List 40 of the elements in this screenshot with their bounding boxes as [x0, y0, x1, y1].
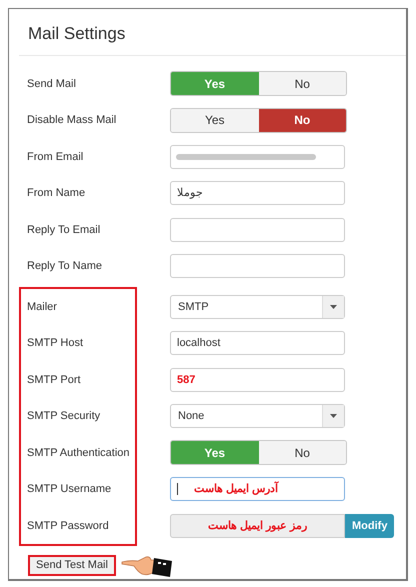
- field-label: Reply To Name: [27, 259, 102, 274]
- field-value: 587: [177, 372, 196, 388]
- field-label: SMTP Authentication: [27, 446, 130, 460]
- toggle-option[interactable]: No: [258, 441, 346, 464]
- field-value: رمز عبور ایمیل هاست: [208, 518, 308, 534]
- field-label: SMTP Security: [27, 409, 100, 424]
- toggle-option[interactable]: No: [258, 108, 346, 132]
- field-value: localhost: [177, 336, 220, 351]
- select-value: SMTP: [177, 300, 210, 314]
- field-label: Reply To Email: [27, 222, 100, 238]
- text-field[interactable]: [170, 254, 345, 278]
- text-field[interactable]: localhost: [170, 331, 345, 356]
- select-value: None: [177, 409, 206, 424]
- select-field[interactable]: SMTP: [170, 294, 345, 319]
- field-value: جوملا: [177, 186, 203, 201]
- field-label: SMTP Password: [27, 518, 109, 534]
- email-field[interactable]: [170, 144, 345, 169]
- caret-icon: [322, 405, 344, 428]
- text-field[interactable]: [170, 218, 345, 242]
- field-label: SMTP Username: [27, 482, 112, 497]
- text-cursor-icon: [177, 483, 178, 496]
- blurred-text-icon: [176, 152, 316, 162]
- field-label: From Email: [27, 150, 84, 164]
- field-value: آدرس ایمیل هاست: [194, 481, 278, 497]
- field-label: Disable Mass Mail: [27, 113, 116, 128]
- password-field[interactable]: رمز عبور ایمیل هاست: [170, 514, 345, 538]
- toggle-option[interactable]: No: [258, 72, 346, 96]
- send-test-mail-button[interactable]: Send Test Mail: [28, 554, 116, 576]
- toggle-option[interactable]: Yes: [171, 108, 258, 132]
- field-label: SMTP Host: [27, 336, 84, 351]
- caret-icon: [322, 296, 344, 318]
- text-field[interactable]: آدرس ایمیل هاست: [170, 477, 345, 502]
- field-label: From Name: [27, 186, 86, 201]
- field-label: Send Mail: [27, 76, 76, 92]
- page-title: Mail Settings: [28, 23, 126, 45]
- field-label: SMTP Port: [27, 372, 81, 388]
- select-field[interactable]: None: [170, 404, 345, 428]
- text-field[interactable]: جوملا: [170, 181, 345, 206]
- text-field[interactable]: 587: [170, 368, 345, 392]
- field-label: Mailer: [27, 300, 57, 314]
